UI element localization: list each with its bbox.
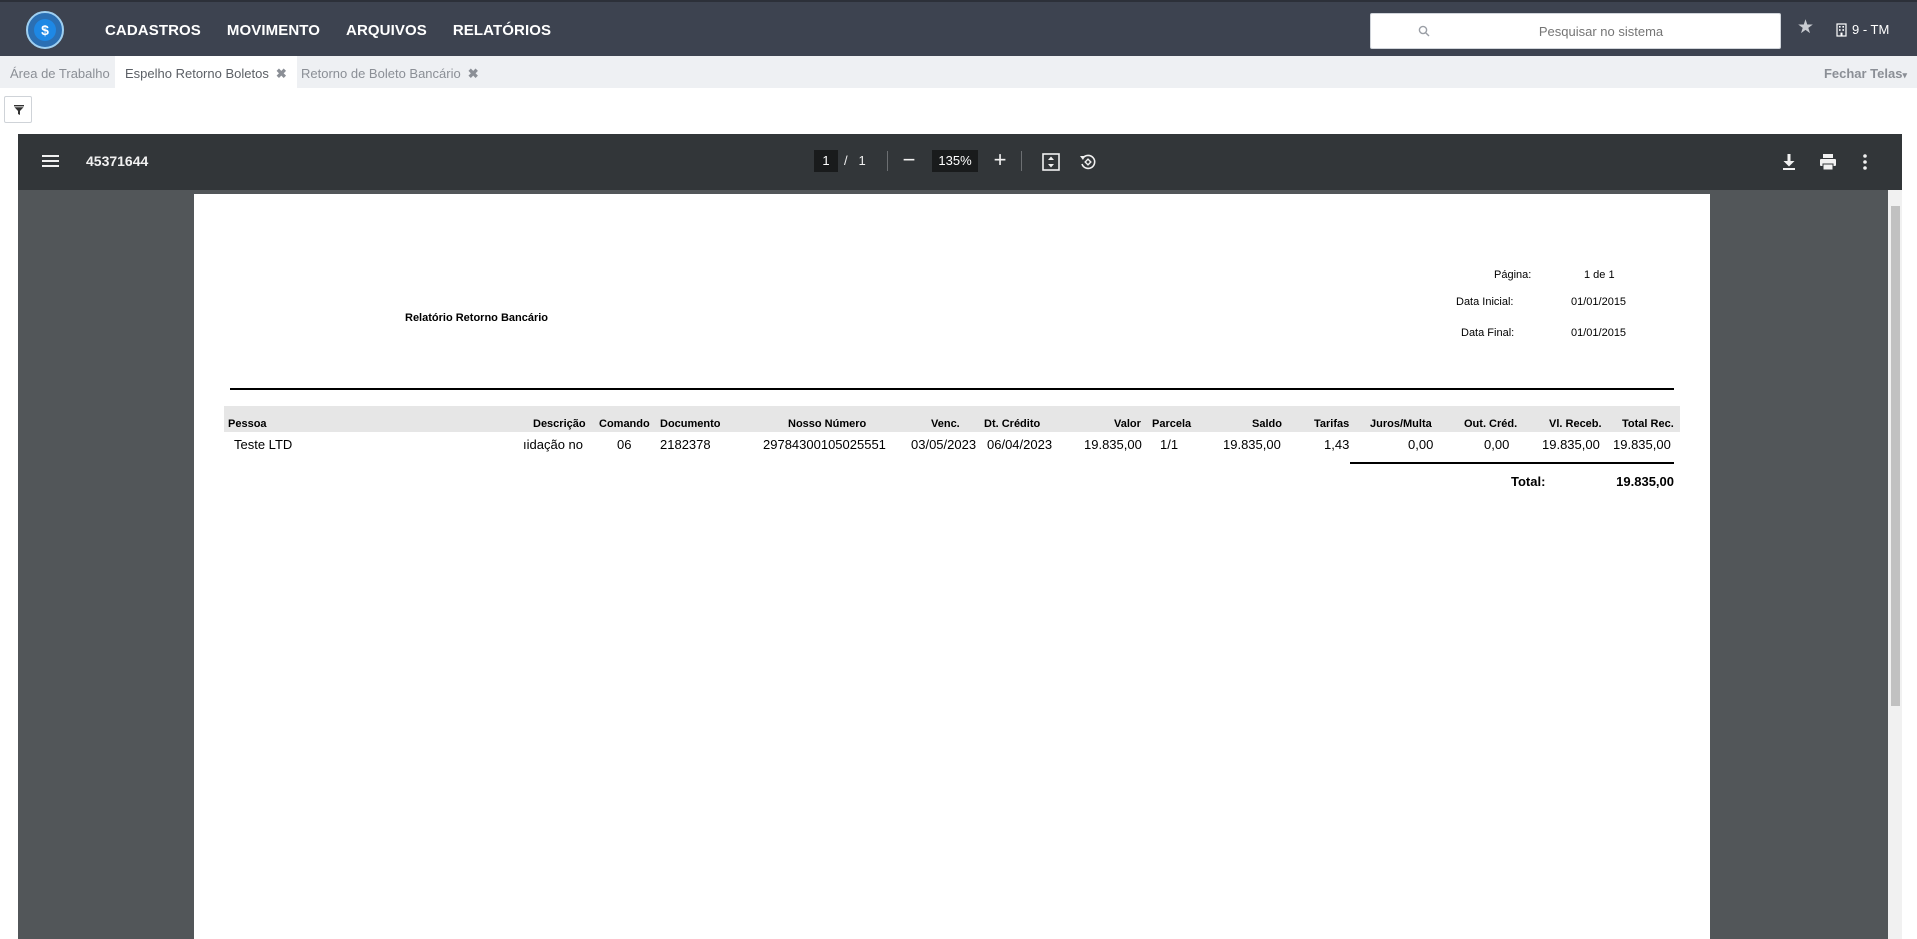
close-screens-label: Fechar Telas (1823, 66, 1903, 81)
zoom-level-input[interactable]: 135% (932, 150, 978, 172)
zoom-in-icon[interactable]: + (987, 148, 1013, 174)
cell-vl-receb: 19.835,00 (1542, 437, 1600, 452)
col-comando: Comando (599, 418, 650, 430)
tab-label: Área de Trabalho (10, 66, 110, 81)
rotate-icon[interactable] (1079, 153, 1097, 171)
menu-movimento[interactable]: MOVIMENTO (227, 22, 320, 39)
more-options-icon[interactable] (1862, 153, 1868, 171)
dollar-icon: $ (34, 19, 56, 41)
company-label: 9 - TM (1852, 22, 1890, 37)
header-divider (230, 388, 1674, 390)
cell-total-rec: 19.835,00 (1613, 437, 1671, 452)
tab-espelho-retorno-boletos[interactable]: Espelho Retorno Boletos ✖ (115, 56, 297, 88)
pdf-page: Página: 1 de 1 Data Inicial: 01/01/2015 … (194, 194, 1710, 939)
page-separator: / (844, 153, 848, 168)
download-icon[interactable] (1781, 153, 1797, 171)
total-pages: 1 (858, 153, 866, 168)
cell-venc: 03/05/2023 (911, 437, 977, 452)
filter-button[interactable] (4, 96, 32, 123)
col-documento: Documento (660, 418, 721, 430)
menu-relatorios[interactable]: RELATÓRIOS (453, 22, 551, 39)
total-label: Total: (1511, 474, 1546, 489)
col-juros-multa: Juros/Multa (1370, 418, 1432, 430)
meta-label-data-final: Data Final: (1461, 327, 1515, 339)
col-venc: Venc. (931, 418, 960, 430)
col-parcela: Parcela (1152, 418, 1192, 430)
cell-nosso-numero: 29784300105025551 (763, 437, 886, 452)
toolbar-divider (1021, 151, 1022, 171)
col-nosso-numero: Nosso Número (788, 418, 867, 430)
building-icon (1836, 22, 1847, 37)
caret-down-icon: ▾ (1902, 70, 1907, 80)
company-selector[interactable]: 9 - TM (1836, 22, 1889, 37)
tabs-bar: Área de Trabalho Espelho Retorno Boletos… (0, 56, 1917, 88)
app-logo[interactable]: $ (26, 11, 64, 49)
col-pessoa: Pessoa (228, 418, 267, 430)
total-value: 19.835,00 (1616, 474, 1674, 489)
tab-area-de-trabalho[interactable]: Área de Trabalho (0, 56, 120, 88)
print-icon[interactable] (1819, 153, 1837, 171)
report-title: Relatório Retorno Bancário (405, 312, 549, 324)
col-saldo: Saldo (1252, 418, 1282, 430)
cell-saldo: 19.835,00 (1223, 437, 1281, 452)
hamburger-menu-icon[interactable] (42, 153, 60, 169)
cell-parcela: 1/1 (1160, 437, 1179, 452)
search-input[interactable] (1441, 20, 1761, 42)
close-icon[interactable]: ✖ (276, 66, 287, 81)
col-vl-receb: Vl. Receb. (1549, 418, 1602, 430)
main-menu: CADASTROS MOVIMENTO ARQUIVOS RELATÓRIOS (105, 2, 551, 58)
cell-documento: 2182378 (660, 437, 711, 452)
search-icon (1418, 25, 1430, 37)
col-valor: Valor (1114, 418, 1141, 430)
search-box[interactable] (1370, 13, 1781, 49)
col-total-rec: Total Rec. (1622, 418, 1674, 430)
tab-label: Retorno de Boleto Bancário (301, 66, 461, 81)
toolbar-divider (887, 151, 888, 171)
tab-retorno-de-boleto-bancario[interactable]: Retorno de Boleto Bancário ✖ (291, 56, 489, 88)
cell-juros-multa: 0,00 (1408, 437, 1434, 452)
top-navbar: $ CADASTROS MOVIMENTO ARQUIVOS RELATÓRIO… (0, 0, 1917, 56)
col-out-cred: Out. Créd. (1464, 418, 1518, 430)
page-count: / 1 (844, 153, 866, 168)
menu-cadastros[interactable]: CADASTROS (105, 22, 201, 39)
total-divider (1350, 462, 1674, 464)
meta-label-pagina: Página: (1494, 269, 1532, 281)
document-title: 45371644 (86, 153, 149, 169)
col-tarifas: Tarifas (1314, 418, 1350, 430)
zoom-out-icon[interactable]: − (896, 148, 922, 174)
cell-out-cred: 0,00 (1484, 437, 1510, 452)
meta-value-data-inicial: 01/01/2015 (1571, 296, 1627, 308)
tab-label: Espelho Retorno Boletos (125, 66, 269, 81)
filter-icon (14, 105, 24, 115)
page-number-input[interactable]: 1 (814, 150, 838, 172)
meta-value-pagina: 1 de 1 (1584, 269, 1615, 281)
meta-label-data-inicial: Data Inicial: (1456, 296, 1514, 308)
cell-pessoa: Teste LTD (234, 437, 293, 452)
close-icon[interactable]: ✖ (468, 66, 479, 81)
close-screens-dropdown[interactable]: Fechar Telas▾ (1824, 56, 1907, 88)
cell-valor: 19.835,00 (1084, 437, 1142, 452)
menu-arquivos[interactable]: ARQUIVOS (346, 22, 427, 39)
col-descricao: Descrição (533, 418, 586, 430)
cell-descricao: ıidação nor (523, 437, 583, 452)
pdf-viewer: 45371644 1 / 1 − 135% + Página: 1 de 1 D… (18, 134, 1902, 939)
fit-page-icon[interactable] (1042, 153, 1060, 171)
meta-value-data-final: 01/01/2015 (1571, 327, 1627, 339)
pdf-toolbar: 45371644 1 / 1 − 135% + (18, 134, 1902, 190)
star-icon[interactable]: ★ (1797, 18, 1817, 38)
cell-dt-credito: 06/04/2023 (987, 437, 1053, 452)
col-dt-credito: Dt. Crédito (984, 418, 1041, 430)
scrollbar-thumb[interactable] (1891, 206, 1900, 706)
cell-comando: 06 (617, 437, 632, 452)
cell-tarifas: 1,43 (1324, 437, 1350, 452)
vertical-scrollbar[interactable] (1888, 190, 1902, 939)
